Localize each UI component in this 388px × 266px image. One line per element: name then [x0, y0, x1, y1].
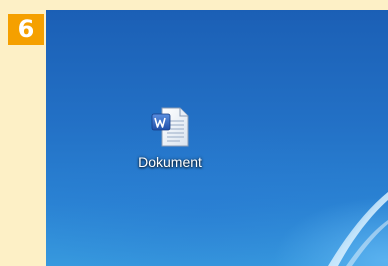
word-document-icon — [151, 107, 189, 147]
desktop[interactable]: Dokument — [46, 10, 388, 266]
step-number-badge: 6 — [8, 14, 44, 45]
desktop-icon-dokument[interactable]: Dokument — [122, 106, 218, 170]
desktop-icon-label: Dokument — [138, 154, 202, 170]
